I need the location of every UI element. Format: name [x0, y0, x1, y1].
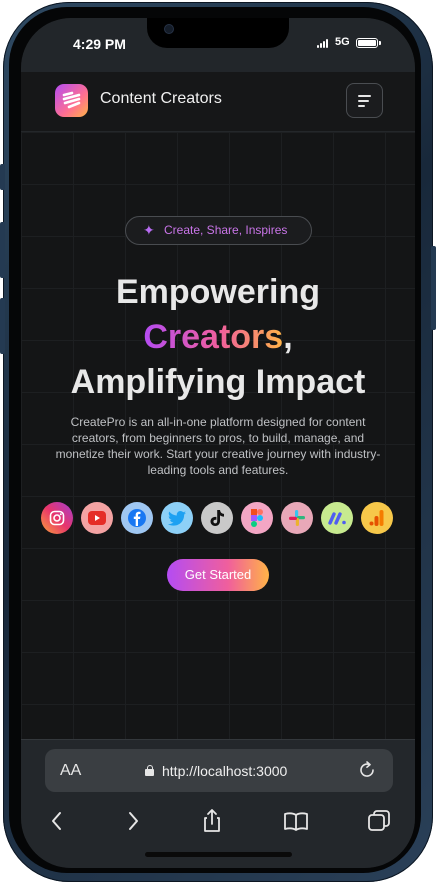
reload-icon[interactable]: [356, 759, 378, 781]
hero-description: CreatePro is an all-in-one platform desi…: [55, 415, 381, 477]
browser-chrome: AA http://localhost:3000: [21, 739, 415, 868]
sparkles-icon: ✦: [143, 222, 155, 238]
address-bar[interactable]: AA http://localhost:3000: [45, 749, 393, 792]
battery-icon: [356, 38, 381, 48]
tagline-text: Create, Share, Inspires: [164, 223, 288, 237]
status-bar: 4:29 PM 5G: [21, 18, 415, 72]
share-icon[interactable]: [197, 806, 227, 836]
forward-icon[interactable]: [118, 806, 148, 836]
back-icon[interactable]: [42, 806, 72, 836]
youtube-icon[interactable]: [81, 502, 113, 534]
brand-logo[interactable]: [55, 84, 88, 117]
headline-line-1: Empowering: [115, 273, 321, 311]
volume-down-button: [0, 298, 5, 354]
analytics-icon[interactable]: [361, 502, 393, 534]
layers-icon: [62, 91, 81, 109]
lock-icon: [145, 765, 154, 776]
signal-icon: [317, 39, 331, 48]
brand-name[interactable]: Content Creators: [100, 90, 222, 108]
network-type: 5G: [335, 36, 350, 48]
facebook-icon[interactable]: [121, 502, 153, 534]
home-indicator[interactable]: [145, 852, 292, 857]
get-started-button[interactable]: Get Started: [167, 559, 269, 591]
headline-highlight: Creators: [143, 318, 284, 356]
notch: [147, 18, 289, 48]
status-time: 4:29 PM: [73, 36, 126, 52]
bookmarks-icon[interactable]: [281, 806, 311, 836]
silent-switch: [0, 164, 5, 190]
twitter-icon[interactable]: [161, 502, 193, 534]
url-text[interactable]: http://localhost:3000: [162, 763, 287, 779]
menu-button[interactable]: [346, 83, 383, 118]
figma-icon[interactable]: [241, 502, 273, 534]
headline-line-2: Creators,: [21, 315, 415, 360]
monday-icon[interactable]: [321, 502, 353, 534]
volume-up-button: [0, 222, 5, 278]
slack-icon[interactable]: [281, 502, 313, 534]
headline-comma: ,: [283, 318, 293, 356]
instagram-icon[interactable]: [41, 502, 73, 534]
tagline-badge: ✦ Create, Share, Inspires: [125, 216, 312, 245]
headline-line-3: Amplifying Impact: [70, 363, 366, 401]
power-button: [431, 246, 436, 330]
platform-icons: [41, 502, 397, 536]
text-size-button[interactable]: AA: [60, 762, 81, 780]
hero-headline: Empowering Creators, Amplifying Impact: [21, 270, 415, 405]
tiktok-icon[interactable]: [201, 502, 233, 534]
browser-toolbar: [21, 800, 415, 840]
camera-icon: [164, 24, 174, 34]
tabs-icon[interactable]: [364, 806, 394, 836]
screen: 4:29 PM 5G Content Creators ✦ Create, Sh…: [21, 18, 415, 868]
app-navbar: Content Creators: [21, 72, 415, 132]
hero-section: ✦ Create, Share, Inspires Empowering Cre…: [21, 132, 415, 739]
